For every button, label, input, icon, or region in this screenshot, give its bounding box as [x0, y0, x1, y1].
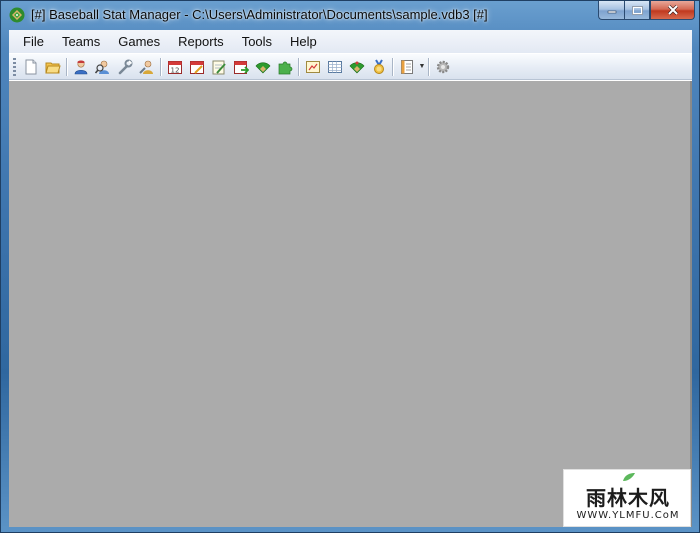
menu-teams[interactable]: Teams [53, 30, 109, 53]
game-notes-button[interactable] [208, 56, 230, 78]
puzzle-icon [278, 61, 293, 74]
watermark-text: 雨林木风 [586, 486, 670, 510]
schedule-edit-button[interactable] [186, 56, 208, 78]
notepad-edit-icon [212, 60, 226, 74]
client-area: File Teams Games Reports Tools Help 12 ▼ [9, 30, 692, 527]
close-button[interactable] [650, 1, 695, 20]
layout-button[interactable] [396, 56, 418, 78]
maximize-icon [631, 5, 643, 15]
layout-icon [401, 59, 413, 74]
watermark-logo: 雨林木风 WWW.YLMFU.CoM [563, 469, 691, 527]
toolbar: 12 ▼ [9, 54, 692, 80]
calendar-edit-icon [190, 60, 204, 74]
spreadsheet-icon [328, 60, 342, 73]
report-icon [306, 60, 320, 73]
team-edit-icon [139, 60, 153, 74]
field-icon [255, 61, 271, 73]
svg-text:12: 12 [171, 66, 180, 74]
menu-tools[interactable]: Tools [233, 30, 281, 53]
maximize-button[interactable] [624, 1, 650, 20]
leaf-icon [623, 473, 635, 481]
field-button[interactable] [252, 56, 274, 78]
window-title: [#] Baseball Stat Manager - C:\Users\Adm… [31, 7, 488, 22]
menu-games[interactable]: Games [109, 30, 169, 53]
menu-help[interactable]: Help [281, 30, 326, 53]
schedule-button[interactable]: 12 [164, 56, 186, 78]
settings-button[interactable] [432, 56, 454, 78]
player-search-icon [95, 60, 109, 74]
title-bar[interactable]: [#] Baseball Stat Manager - C:\Users\Adm… [1, 1, 699, 29]
app-window: [#] Baseball Stat Manager - C:\Users\Adm… [0, 0, 700, 533]
workspace-edge [690, 81, 692, 527]
player-icon [74, 59, 88, 74]
toolbar-separator [428, 57, 430, 76]
calendar-icon: 12 [168, 60, 182, 74]
plugins-button[interactable] [274, 56, 296, 78]
tools-button[interactable] [114, 56, 136, 78]
toolbar-separator [66, 57, 68, 76]
toolbar-separator [392, 57, 394, 76]
report-button[interactable] [302, 56, 324, 78]
settings-gear-icon [436, 60, 450, 73]
team-edit-button[interactable] [136, 56, 158, 78]
spreadsheet-button[interactable] [324, 56, 346, 78]
minimize-button[interactable] [598, 1, 624, 20]
baseball-field-icon [9, 7, 25, 23]
toolbar-separator [160, 57, 162, 76]
menu-bar: File Teams Games Reports Tools Help [9, 30, 692, 53]
menu-reports[interactable]: Reports [169, 30, 233, 53]
minimize-icon [607, 10, 616, 14]
toolbar-separator [298, 57, 300, 76]
calendar-export-icon [234, 60, 249, 74]
close-icon [667, 5, 678, 15]
chevron-down-icon: ▼ [418, 63, 426, 70]
player-search-button[interactable] [92, 56, 114, 78]
wrench-icon [118, 59, 133, 74]
awards-button[interactable] [368, 56, 390, 78]
layout-dropdown-button[interactable]: ▼ [418, 56, 426, 78]
mdi-workspace[interactable] [9, 81, 692, 527]
caption-buttons [598, 1, 695, 21]
medal-icon [374, 58, 384, 74]
field-stats-button[interactable] [346, 56, 368, 78]
open-button[interactable] [42, 56, 64, 78]
open-folder-icon [45, 62, 61, 73]
players-button[interactable] [70, 56, 92, 78]
toolbar-grip[interactable] [13, 57, 16, 76]
watermark-url: WWW.YLMFU.CoM [576, 510, 680, 521]
field-stats-icon [349, 61, 365, 73]
menu-file[interactable]: File [9, 30, 53, 53]
new-file-icon [25, 59, 37, 74]
new-file-button[interactable] [20, 56, 42, 78]
schedule-export-button[interactable] [230, 56, 252, 78]
